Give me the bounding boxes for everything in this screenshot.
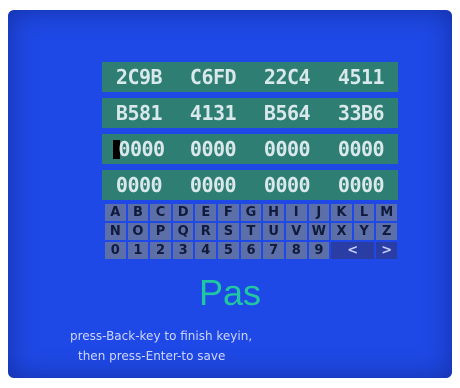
key[interactable]: G	[240, 204, 262, 221]
keyboard-row: 0 1 2 3 4 5 6 7 8 9 < >	[105, 242, 397, 259]
keyboard-row: N O P Q R S T U V W X Y Z	[105, 223, 397, 240]
code-cell[interactable]: 0000	[324, 137, 398, 161]
instructions: press-Back-key to finish keyin, then pre…	[70, 326, 252, 366]
code-cell[interactable]: 0000	[176, 173, 250, 197]
code-entry-grid: 2C9B C6FD 22C4 4511 B581 4131 B564 33B6 …	[102, 62, 398, 206]
key[interactable]: 0	[105, 242, 126, 259]
key[interactable]: X	[331, 223, 352, 240]
key[interactable]: V	[285, 223, 307, 240]
key[interactable]: J	[308, 204, 330, 221]
monitor-screen: 2C9B C6FD 22C4 4511 B581 4131 B564 33B6 …	[8, 10, 452, 378]
code-cell[interactable]: 4131	[176, 101, 250, 125]
code-cell[interactable]: 22C4	[250, 65, 324, 89]
key[interactable]: 1	[127, 242, 149, 259]
key[interactable]: 3	[172, 242, 194, 259]
code-cell[interactable]: C6FD	[176, 65, 250, 89]
key[interactable]: 5	[218, 242, 239, 259]
code-row: 0000 0000 0000 0000	[102, 134, 398, 164]
key[interactable]: 8	[285, 242, 307, 259]
code-row: B581 4131 B564 33B6	[102, 98, 398, 128]
key[interactable]: 2	[150, 242, 171, 259]
key[interactable]: M	[376, 204, 397, 221]
code-cell-active[interactable]: 0000	[102, 137, 176, 161]
key[interactable]: E	[195, 204, 217, 221]
code-cell[interactable]: 0000	[176, 137, 250, 161]
key[interactable]: R	[195, 223, 217, 240]
code-cell[interactable]: 33B6	[324, 101, 398, 125]
key[interactable]: K	[331, 204, 352, 221]
instruction-line: press-Back-key to finish keyin,	[70, 329, 253, 343]
code-cell[interactable]: B581	[102, 101, 176, 125]
key[interactable]: 4	[195, 242, 217, 259]
screen-title: Pas	[198, 272, 262, 313]
key[interactable]: A	[105, 204, 126, 221]
key[interactable]: F	[218, 204, 239, 221]
key[interactable]: 6	[240, 242, 262, 259]
key[interactable]: 7	[263, 242, 284, 259]
code-cell[interactable]: 0000	[250, 173, 324, 197]
code-cell[interactable]: 4511	[324, 65, 398, 89]
code-row: 0000 0000 0000 0000	[102, 170, 398, 200]
code-cell[interactable]: 2C9B	[102, 65, 176, 89]
key[interactable]: 9	[308, 242, 330, 259]
code-row: 2C9B C6FD 22C4 4511	[102, 62, 398, 92]
instruction-line: then press-Enter-to save	[78, 349, 226, 363]
key[interactable]: P	[150, 223, 171, 240]
key[interactable]: U	[263, 223, 284, 240]
key[interactable]: S	[218, 223, 239, 240]
key[interactable]: N	[105, 223, 126, 240]
key[interactable]: I	[285, 204, 307, 221]
key[interactable]: C	[150, 204, 171, 221]
key[interactable]: T	[240, 223, 262, 240]
onscreen-keyboard: A B C D E F G H I J K L M N O P Q R S T …	[105, 204, 397, 261]
key[interactable]: Q	[172, 223, 194, 240]
keyboard-row: A B C D E F G H I J K L M	[105, 204, 397, 221]
code-cell[interactable]: 0000	[102, 173, 176, 197]
key[interactable]: H	[263, 204, 284, 221]
code-cell[interactable]: 0000	[250, 137, 324, 161]
key[interactable]: B	[127, 204, 149, 221]
key[interactable]: L	[353, 204, 375, 221]
key[interactable]: D	[172, 204, 194, 221]
cursor-left-key[interactable]: <	[331, 242, 375, 259]
code-cell[interactable]: B564	[250, 101, 324, 125]
key[interactable]: O	[127, 223, 149, 240]
key[interactable]: Z	[376, 223, 397, 240]
code-cell[interactable]: 0000	[324, 173, 398, 197]
cursor-right-key[interactable]: >	[376, 242, 397, 259]
code-cell-value: 0000	[118, 137, 165, 161]
key[interactable]: Y	[353, 223, 375, 240]
key[interactable]: W	[308, 223, 330, 240]
